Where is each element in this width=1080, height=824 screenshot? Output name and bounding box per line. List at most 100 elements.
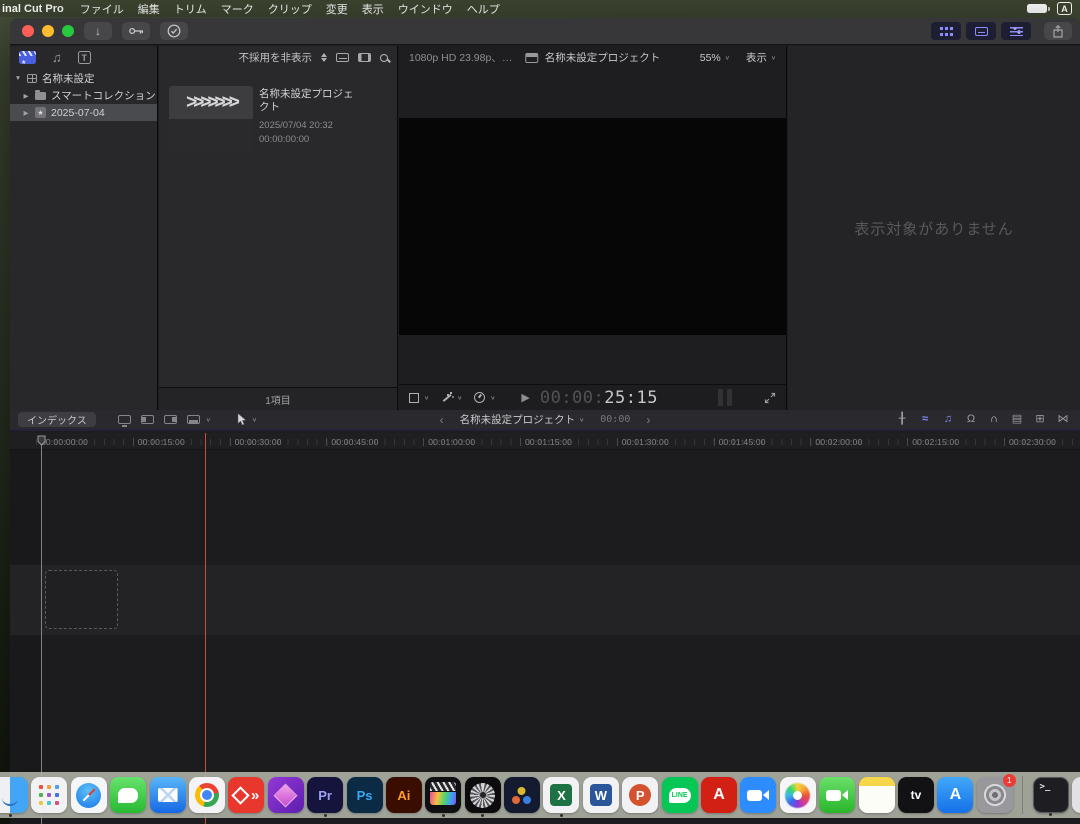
menu-item[interactable]: 編集 (138, 1, 160, 17)
timeline-ruler[interactable]: 00:00:00:00 00:00:15:00 00:00:30:00 00:0… (10, 433, 1080, 450)
timeline-option-icon[interactable] (1056, 414, 1070, 425)
back-arrow[interactable]: ‹ (440, 413, 444, 427)
timeline-option-icon[interactable] (1010, 414, 1024, 425)
dock-app-icon[interactable]: LINE (662, 777, 698, 813)
battery-icon[interactable] (1027, 4, 1047, 13)
play-button[interactable]: ▶ (521, 391, 529, 404)
retime-dropdown[interactable]: ∨ (474, 392, 495, 403)
keyword-editor-button[interactable] (122, 22, 150, 40)
dock-app-icon[interactable] (228, 777, 264, 813)
clip-name[interactable]: 名称未設定プロジェクト (259, 88, 355, 114)
dock-app-icon[interactable] (0, 777, 28, 813)
project-clip-card[interactable]: >>>>>>> 名称未設定プロジェクト 2025/07/04 20:32 00:… (169, 86, 355, 152)
forward-arrow[interactable]: › (646, 413, 650, 427)
enhancements-dropdown[interactable]: ∨ (441, 392, 462, 403)
timeline-timecode[interactable]: 00:00 (600, 414, 630, 425)
disclosure-triangle-icon[interactable]: ▼ (14, 75, 22, 82)
titles-pane-icon[interactable]: T (78, 51, 91, 64)
filmstrip-view-icon[interactable] (358, 53, 371, 62)
timeline-area[interactable]: 00:00:00:00 00:00:15:00 00:00:30:00 00:0… (10, 433, 1080, 824)
zoom-level-dropdown[interactable]: 55%∨ (700, 52, 730, 64)
clip-drop-placeholder[interactable] (45, 570, 118, 629)
timeline-option-icon[interactable] (941, 414, 955, 425)
dock-app-icon[interactable] (189, 777, 225, 813)
dock-app-icon[interactable]: tv (898, 777, 934, 813)
filter-stepper-icon[interactable] (321, 53, 327, 62)
menu-item[interactable]: ファイル (80, 1, 124, 17)
playhead-line[interactable] (41, 436, 42, 824)
disclosure-triangle-icon[interactable]: ▶ (22, 92, 30, 100)
dock-app-icon[interactable] (150, 777, 186, 813)
skimmer-line[interactable] (205, 433, 206, 824)
edit-tool-icon[interactable] (164, 415, 177, 424)
dock-app-icon[interactable] (465, 777, 501, 813)
dock-app-icon[interactable] (31, 777, 67, 813)
disclosure-triangle-icon[interactable]: ▶ (22, 109, 30, 117)
dock-app-icon[interactable] (1022, 776, 1023, 814)
browser-panel-toggle-button[interactable] (931, 22, 961, 40)
dock-app-icon[interactable]: Ai (386, 777, 422, 813)
dock-app-icon[interactable]: W (583, 777, 619, 813)
chevron-down-icon[interactable]: ∨ (206, 416, 211, 422)
menu-item[interactable]: マーク (221, 1, 254, 17)
menu-item[interactable]: 表示 (362, 1, 384, 17)
dock-app-icon[interactable] (425, 777, 461, 813)
zoom-window-button[interactable] (62, 25, 74, 37)
sidebar-item[interactable]: ▶ 2025-07-04 (10, 104, 157, 121)
import-media-button[interactable]: ↓ (84, 22, 112, 40)
timeline-option-icon[interactable] (987, 414, 1001, 425)
dock-app-icon[interactable]: Pr (307, 777, 343, 813)
dock-app-icon[interactable] (780, 777, 816, 813)
filter-dropdown[interactable]: 不採用を非表示 (239, 50, 313, 65)
transform-tool-dropdown[interactable]: ∨ (409, 393, 429, 403)
dock-app-icon[interactable] (740, 777, 776, 813)
dock-app-icon[interactable] (859, 777, 895, 813)
share-button[interactable] (1044, 22, 1072, 40)
menu-item[interactable]: クリップ (268, 1, 312, 17)
edit-tool-icon[interactable] (118, 415, 131, 424)
clip-appearance-icon[interactable] (336, 53, 349, 62)
clip-thumbnail[interactable]: >>>>>>> (169, 86, 253, 152)
dock-app-icon[interactable]: P (622, 777, 658, 813)
fullscreen-icon[interactable] (764, 392, 776, 404)
pointer-tool-dropdown[interactable]: ∨ (237, 413, 257, 426)
photos-audio-pane-icon[interactable]: ♫ (52, 51, 62, 64)
menu-item[interactable]: ヘルプ (467, 1, 500, 17)
dock-app-icon[interactable] (110, 777, 146, 813)
timeline-option-icon[interactable] (1033, 414, 1047, 425)
dock-app-icon[interactable]: A (701, 777, 737, 813)
search-icon[interactable] (380, 54, 388, 62)
dock-app-icon[interactable]: >_ (1033, 777, 1069, 813)
timeline-option-icon[interactable] (918, 414, 932, 425)
timeline-project-dropdown[interactable]: 名称未設定プロジェクト∨ (460, 412, 585, 427)
menu-item[interactable]: ウインドウ (398, 1, 453, 17)
menu-item[interactable]: 変更 (326, 1, 348, 17)
menu-item[interactable]: トリム (174, 1, 207, 17)
dock-app-icon[interactable] (71, 777, 107, 813)
dock-app-icon[interactable]: X (543, 777, 579, 813)
viewer-timecode[interactable]: 00:00:25:15 (540, 388, 658, 408)
app-menu-title[interactable]: inal Cut Pro (2, 3, 64, 15)
dock-app-icon[interactable]: Ps (347, 777, 383, 813)
sidebar-item[interactable]: ▼ 名称未設定 (10, 70, 157, 87)
input-source-icon[interactable]: A (1057, 2, 1072, 15)
clips-pane-icon[interactable] (19, 51, 36, 64)
playhead-pin-icon[interactable] (37, 435, 46, 446)
timeline-option-icon[interactable] (964, 414, 978, 425)
view-options-dropdown[interactable]: 表示∨ (746, 50, 776, 65)
edit-tool-icon[interactable] (141, 415, 154, 424)
viewer-canvas[interactable] (399, 118, 786, 335)
index-button[interactable]: インデックス (18, 412, 96, 427)
sidebar-item[interactable]: ▶ スマートコレクション (10, 87, 157, 104)
dock-app-icon[interactable]: 1 (977, 777, 1013, 813)
dock-app-icon[interactable] (819, 777, 855, 813)
inspector-panel-toggle-button[interactable] (1001, 22, 1031, 40)
dock-app-icon[interactable] (268, 777, 304, 813)
dock-app-icon[interactable] (504, 777, 540, 813)
primary-storyline[interactable] (10, 565, 1080, 635)
format-info-label[interactable]: 1080p HD 23.98p、… (409, 50, 512, 65)
background-tasks-button[interactable] (160, 22, 188, 40)
timeline-panel-toggle-button[interactable] (966, 22, 996, 40)
close-window-button[interactable] (22, 25, 34, 37)
minimize-window-button[interactable] (42, 25, 54, 37)
